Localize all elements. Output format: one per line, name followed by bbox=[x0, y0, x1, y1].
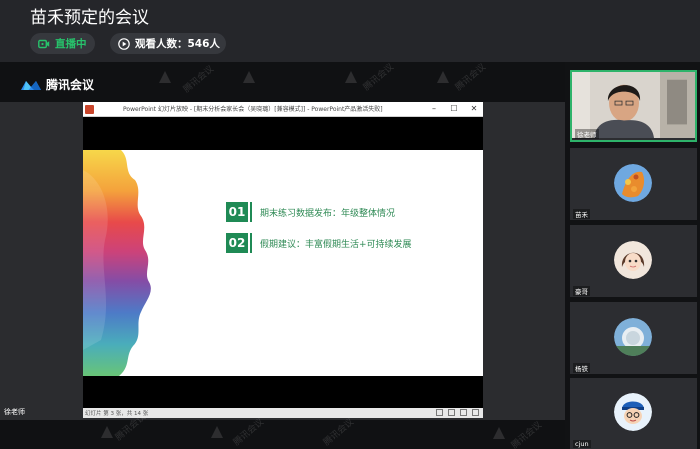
presenter-name: 徐老师 bbox=[4, 408, 25, 416]
brand-name: 腾讯会议 bbox=[46, 78, 95, 92]
video-camera-icon bbox=[38, 39, 50, 48]
slide-item-2: 02 假期建议：丰富假期生活+可持续发展 bbox=[226, 233, 412, 253]
viewer-count-badge[interactable]: 观看人数：546人 bbox=[110, 33, 226, 54]
tencent-meeting-logo-icon bbox=[21, 80, 41, 90]
view-controls bbox=[436, 409, 479, 416]
window-controls: – ☐ ✕ bbox=[429, 103, 479, 115]
ppt-status-bar: 幻灯片 第 3 张，共 14 张 bbox=[83, 408, 483, 418]
reading-view-icon[interactable] bbox=[460, 409, 467, 416]
tencent-meeting-brand: 腾讯会议 bbox=[20, 76, 94, 93]
ppt-window-title: PowerPoint 幻灯片放映 - [期末分析会家长会（吴晓璐）[兼容模式]]… bbox=[123, 106, 383, 113]
participant-name: 苗禾 bbox=[573, 209, 590, 219]
slide-item-divider bbox=[250, 202, 252, 222]
avatar bbox=[614, 164, 652, 202]
slide-item-number: 02 bbox=[226, 233, 248, 253]
slideshow-view-icon[interactable] bbox=[472, 409, 479, 416]
maximize-icon[interactable]: ☐ bbox=[449, 103, 459, 115]
participant-name: 杨铁 bbox=[573, 363, 590, 373]
powerpoint-window: PowerPoint 幻灯片放映 - [期末分析会家长会（吴晓璐）[兼容模式]]… bbox=[83, 102, 483, 418]
participant-name: 徐老师 bbox=[575, 129, 599, 139]
slide-item-1: 01 期末练习数据发布：年级整体情况 bbox=[226, 202, 395, 222]
close-icon[interactable]: ✕ bbox=[469, 103, 479, 115]
sorter-view-icon[interactable] bbox=[448, 409, 455, 416]
slide-item-text: 假期建议：丰富假期生活+可持续发展 bbox=[260, 239, 412, 250]
participant-tile-4[interactable]: 杨铁 bbox=[570, 302, 697, 374]
meeting-title: 苗禾预定的会议 bbox=[30, 8, 149, 28]
slide-letterbox-top bbox=[83, 117, 483, 150]
slide-item-number: 01 bbox=[226, 202, 248, 222]
participant-tile-3[interactable]: 豪哥 bbox=[570, 225, 697, 297]
slide-item-divider bbox=[250, 233, 252, 253]
viewer-count: 观看人数：546人 bbox=[135, 38, 220, 50]
minimize-icon[interactable]: – bbox=[429, 103, 439, 115]
avatar bbox=[614, 393, 652, 431]
slide-item-text: 期末练习数据发布：年级整体情况 bbox=[260, 208, 396, 219]
slide-letterbox-bottom bbox=[83, 376, 483, 408]
participant-name: 豪哥 bbox=[573, 286, 590, 296]
ppt-titlebar: PowerPoint 幻灯片放映 - [期末分析会家长会（吴晓璐）[兼容模式]]… bbox=[83, 102, 483, 117]
avatar bbox=[614, 318, 652, 356]
participant-name: cjun bbox=[573, 440, 591, 448]
normal-view-icon[interactable] bbox=[436, 409, 443, 416]
meeting-window: 苗禾预定的会议 直播中 观看人数：546人 腾讯会议 PowerPoint 幻灯… bbox=[0, 0, 700, 449]
live-label: 直播中 bbox=[55, 38, 87, 50]
meeting-header: 苗禾预定的会议 直播中 观看人数：546人 bbox=[0, 0, 700, 62]
slide-canvas: 01 期末练习数据发布：年级整体情况 02 假期建议：丰富假期生活+可持续发展 bbox=[83, 150, 483, 376]
live-status-badge[interactable]: 直播中 bbox=[30, 33, 95, 54]
participant-tile-1[interactable]: 徐老师 bbox=[570, 70, 697, 142]
watercolor-decoration bbox=[83, 150, 151, 376]
powerpoint-icon bbox=[85, 105, 94, 114]
participant-tile-2[interactable]: 苗禾 bbox=[570, 148, 697, 220]
slide-counter: 幻灯片 第 3 张，共 14 张 bbox=[85, 411, 149, 417]
play-circle-icon bbox=[118, 37, 130, 50]
participant-tile-5[interactable]: cjun bbox=[570, 378, 697, 449]
avatar bbox=[614, 241, 652, 279]
